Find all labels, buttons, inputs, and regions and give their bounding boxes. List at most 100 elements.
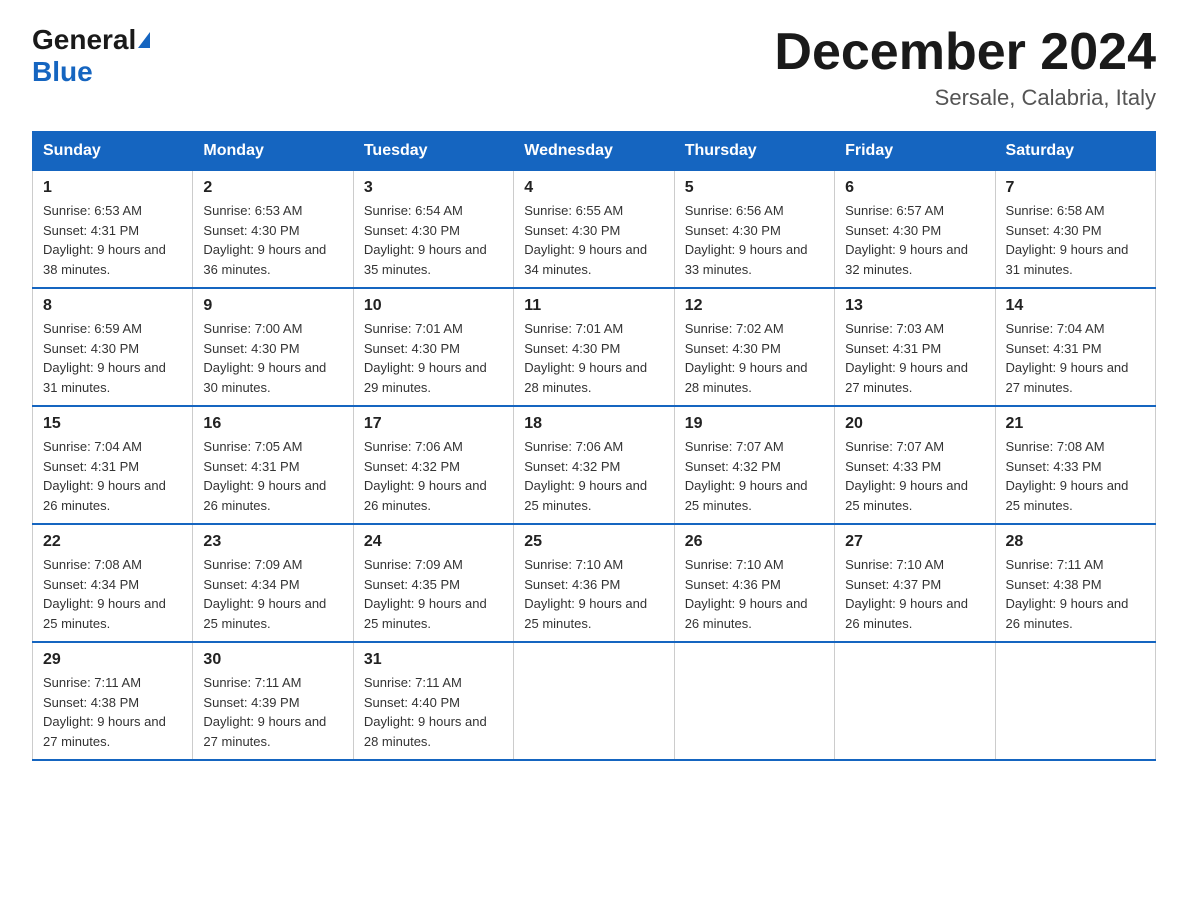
day-number: 24 — [364, 533, 503, 551]
day-info: Sunrise: 7:10 AMSunset: 4:36 PMDaylight:… — [685, 557, 808, 631]
day-info: Sunrise: 6:53 AMSunset: 4:31 PMDaylight:… — [43, 203, 166, 277]
table-row: 24 Sunrise: 7:09 AMSunset: 4:35 PMDaylig… — [353, 524, 513, 642]
table-row: 25 Sunrise: 7:10 AMSunset: 4:36 PMDaylig… — [514, 524, 674, 642]
title-block: December 2024 Sersale, Calabria, Italy — [774, 24, 1156, 111]
calendar-title: December 2024 — [774, 24, 1156, 81]
day-number: 1 — [43, 179, 182, 197]
day-number: 9 — [203, 297, 342, 315]
day-info: Sunrise: 7:11 AMSunset: 4:38 PMDaylight:… — [43, 675, 166, 749]
table-row: 21 Sunrise: 7:08 AMSunset: 4:33 PMDaylig… — [995, 406, 1155, 524]
day-number: 8 — [43, 297, 182, 315]
table-row: 27 Sunrise: 7:10 AMSunset: 4:37 PMDaylig… — [835, 524, 995, 642]
table-row: 31 Sunrise: 7:11 AMSunset: 4:40 PMDaylig… — [353, 642, 513, 760]
day-info: Sunrise: 7:09 AMSunset: 4:35 PMDaylight:… — [364, 557, 487, 631]
day-number: 29 — [43, 651, 182, 669]
day-number: 11 — [524, 297, 663, 315]
day-number: 3 — [364, 179, 503, 197]
day-number: 31 — [364, 651, 503, 669]
day-info: Sunrise: 7:08 AMSunset: 4:34 PMDaylight:… — [43, 557, 166, 631]
day-number: 15 — [43, 415, 182, 433]
table-row — [674, 642, 834, 760]
day-info: Sunrise: 6:58 AMSunset: 4:30 PMDaylight:… — [1006, 203, 1129, 277]
day-number: 4 — [524, 179, 663, 197]
day-info: Sunrise: 6:57 AMSunset: 4:30 PMDaylight:… — [845, 203, 968, 277]
table-row: 18 Sunrise: 7:06 AMSunset: 4:32 PMDaylig… — [514, 406, 674, 524]
day-number: 18 — [524, 415, 663, 433]
day-info: Sunrise: 7:09 AMSunset: 4:34 PMDaylight:… — [203, 557, 326, 631]
table-row: 7 Sunrise: 6:58 AMSunset: 4:30 PMDayligh… — [995, 171, 1155, 289]
table-row: 13 Sunrise: 7:03 AMSunset: 4:31 PMDaylig… — [835, 288, 995, 406]
table-row: 5 Sunrise: 6:56 AMSunset: 4:30 PMDayligh… — [674, 171, 834, 289]
day-number: 2 — [203, 179, 342, 197]
table-row: 29 Sunrise: 7:11 AMSunset: 4:38 PMDaylig… — [33, 642, 193, 760]
table-row: 6 Sunrise: 6:57 AMSunset: 4:30 PMDayligh… — [835, 171, 995, 289]
table-row — [995, 642, 1155, 760]
table-row — [835, 642, 995, 760]
day-info: Sunrise: 7:03 AMSunset: 4:31 PMDaylight:… — [845, 321, 968, 395]
table-row: 20 Sunrise: 7:07 AMSunset: 4:33 PMDaylig… — [835, 406, 995, 524]
table-row: 1 Sunrise: 6:53 AMSunset: 4:31 PMDayligh… — [33, 171, 193, 289]
logo-triangle-icon — [138, 32, 150, 48]
table-row: 26 Sunrise: 7:10 AMSunset: 4:36 PMDaylig… — [674, 524, 834, 642]
day-info: Sunrise: 6:56 AMSunset: 4:30 PMDaylight:… — [685, 203, 808, 277]
table-row: 8 Sunrise: 6:59 AMSunset: 4:30 PMDayligh… — [33, 288, 193, 406]
col-wednesday: Wednesday — [514, 132, 674, 171]
day-number: 19 — [685, 415, 824, 433]
day-info: Sunrise: 7:11 AMSunset: 4:40 PMDaylight:… — [364, 675, 487, 749]
table-row: 11 Sunrise: 7:01 AMSunset: 4:30 PMDaylig… — [514, 288, 674, 406]
day-info: Sunrise: 7:02 AMSunset: 4:30 PMDaylight:… — [685, 321, 808, 395]
table-row: 14 Sunrise: 7:04 AMSunset: 4:31 PMDaylig… — [995, 288, 1155, 406]
day-number: 25 — [524, 533, 663, 551]
day-info: Sunrise: 7:07 AMSunset: 4:33 PMDaylight:… — [845, 439, 968, 513]
table-row: 16 Sunrise: 7:05 AMSunset: 4:31 PMDaylig… — [193, 406, 353, 524]
table-row: 3 Sunrise: 6:54 AMSunset: 4:30 PMDayligh… — [353, 171, 513, 289]
day-info: Sunrise: 7:01 AMSunset: 4:30 PMDaylight:… — [364, 321, 487, 395]
table-row: 28 Sunrise: 7:11 AMSunset: 4:38 PMDaylig… — [995, 524, 1155, 642]
day-number: 21 — [1006, 415, 1145, 433]
table-row: 10 Sunrise: 7:01 AMSunset: 4:30 PMDaylig… — [353, 288, 513, 406]
day-number: 26 — [685, 533, 824, 551]
calendar-table: Sunday Monday Tuesday Wednesday Thursday… — [32, 131, 1156, 761]
day-number: 5 — [685, 179, 824, 197]
day-info: Sunrise: 7:04 AMSunset: 4:31 PMDaylight:… — [1006, 321, 1129, 395]
day-number: 16 — [203, 415, 342, 433]
day-number: 27 — [845, 533, 984, 551]
day-info: Sunrise: 7:06 AMSunset: 4:32 PMDaylight:… — [524, 439, 647, 513]
table-row: 19 Sunrise: 7:07 AMSunset: 4:32 PMDaylig… — [674, 406, 834, 524]
day-info: Sunrise: 7:11 AMSunset: 4:38 PMDaylight:… — [1006, 557, 1129, 631]
day-info: Sunrise: 7:10 AMSunset: 4:37 PMDaylight:… — [845, 557, 968, 631]
day-number: 7 — [1006, 179, 1145, 197]
table-row: 17 Sunrise: 7:06 AMSunset: 4:32 PMDaylig… — [353, 406, 513, 524]
table-row: 12 Sunrise: 7:02 AMSunset: 4:30 PMDaylig… — [674, 288, 834, 406]
day-number: 30 — [203, 651, 342, 669]
logo-blue: Blue — [32, 56, 93, 87]
day-number: 14 — [1006, 297, 1145, 315]
table-row — [514, 642, 674, 760]
day-info: Sunrise: 7:07 AMSunset: 4:32 PMDaylight:… — [685, 439, 808, 513]
col-thursday: Thursday — [674, 132, 834, 171]
table-row: 22 Sunrise: 7:08 AMSunset: 4:34 PMDaylig… — [33, 524, 193, 642]
day-number: 23 — [203, 533, 342, 551]
day-info: Sunrise: 7:08 AMSunset: 4:33 PMDaylight:… — [1006, 439, 1129, 513]
calendar-subtitle: Sersale, Calabria, Italy — [774, 85, 1156, 111]
table-row: 4 Sunrise: 6:55 AMSunset: 4:30 PMDayligh… — [514, 171, 674, 289]
day-number: 17 — [364, 415, 503, 433]
table-row: 2 Sunrise: 6:53 AMSunset: 4:30 PMDayligh… — [193, 171, 353, 289]
table-row: 30 Sunrise: 7:11 AMSunset: 4:39 PMDaylig… — [193, 642, 353, 760]
table-row: 15 Sunrise: 7:04 AMSunset: 4:31 PMDaylig… — [33, 406, 193, 524]
day-number: 13 — [845, 297, 984, 315]
day-number: 28 — [1006, 533, 1145, 551]
day-number: 10 — [364, 297, 503, 315]
day-number: 6 — [845, 179, 984, 197]
day-number: 20 — [845, 415, 984, 433]
calendar-header: Sunday Monday Tuesday Wednesday Thursday… — [33, 132, 1156, 171]
day-info: Sunrise: 6:53 AMSunset: 4:30 PMDaylight:… — [203, 203, 326, 277]
day-info: Sunrise: 6:54 AMSunset: 4:30 PMDaylight:… — [364, 203, 487, 277]
logo-general: General — [32, 24, 136, 56]
table-row: 9 Sunrise: 7:00 AMSunset: 4:30 PMDayligh… — [193, 288, 353, 406]
col-monday: Monday — [193, 132, 353, 171]
calendar-body: 1 Sunrise: 6:53 AMSunset: 4:31 PMDayligh… — [33, 171, 1156, 761]
day-info: Sunrise: 7:11 AMSunset: 4:39 PMDaylight:… — [203, 675, 326, 749]
logo: General Blue — [32, 24, 150, 88]
day-info: Sunrise: 6:55 AMSunset: 4:30 PMDaylight:… — [524, 203, 647, 277]
